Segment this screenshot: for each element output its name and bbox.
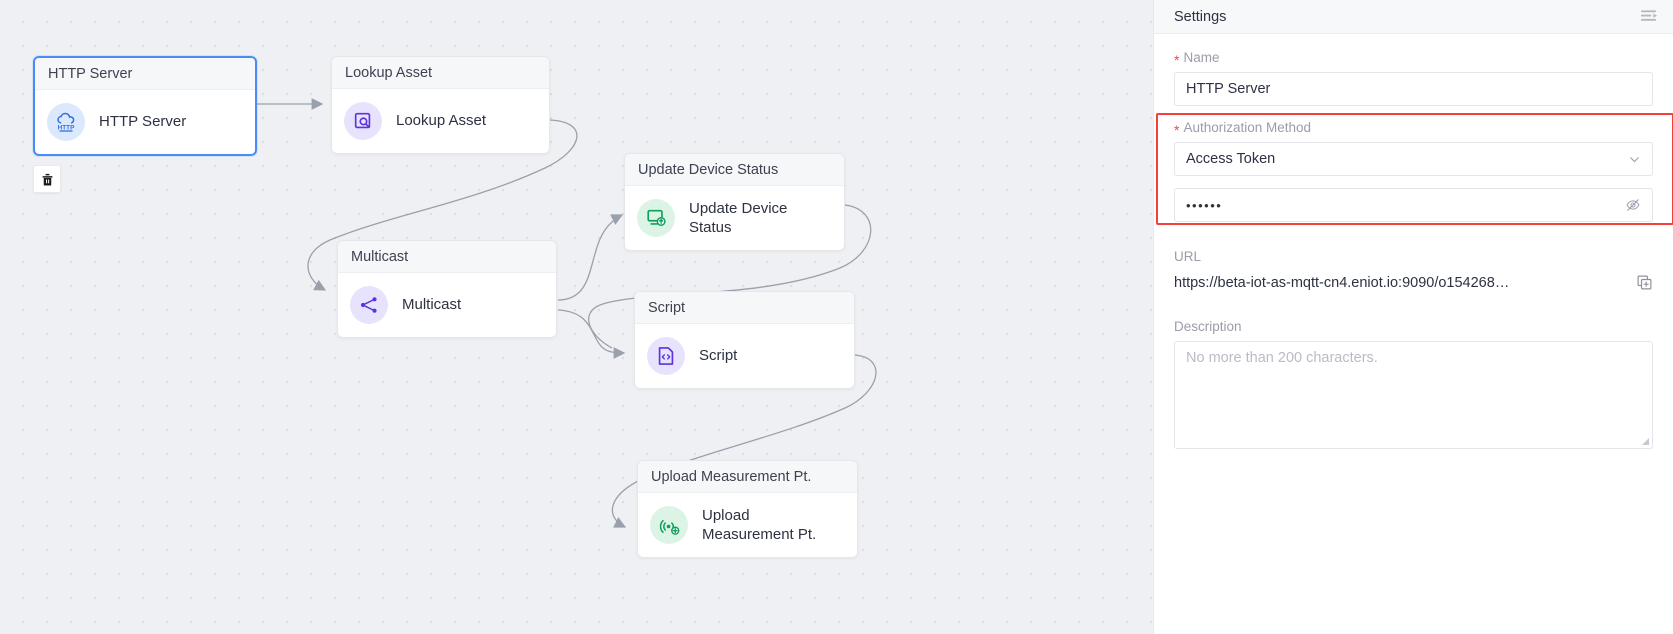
node-http-server[interactable]: HTTP Server HTTP HTTP Server — [33, 56, 257, 156]
settings-panel-header: Settings — [1154, 0, 1673, 34]
label-name: * Name — [1174, 50, 1653, 68]
label-authorization-text: Authorization Method — [1183, 120, 1312, 135]
workflow-editor: HTTP Server HTTP HTTP Server Lookup Asse… — [0, 0, 1673, 634]
description-placeholder: No more than 200 characters. — [1186, 350, 1378, 366]
settings-panel-body: * Name * Authorization Method Access Tok… — [1154, 34, 1673, 449]
label-url: URL — [1174, 249, 1202, 264]
label-description: Description — [1174, 319, 1242, 334]
url-row: https://beta-iot-as-mqtt-cn4.eniot.io:90… — [1174, 274, 1653, 291]
script-code-icon — [647, 337, 685, 375]
chevron-down-icon[interactable] — [1628, 153, 1641, 166]
node-header-http-server: HTTP Server — [35, 58, 255, 90]
node-update-device-status[interactable]: Update Device Status Update Device Statu… — [624, 153, 845, 251]
name-input[interactable] — [1186, 81, 1641, 97]
trash-icon — [42, 173, 52, 185]
delete-node-button[interactable] — [33, 165, 61, 193]
node-label-update-device-status: Update Device Status — [689, 199, 788, 236]
required-marker-name: * — [1174, 51, 1180, 68]
update-device-icon — [637, 199, 675, 237]
node-header-lookup-asset: Lookup Asset — [332, 57, 549, 89]
node-script[interactable]: Script Script — [634, 291, 855, 389]
panel-collapse-icon[interactable] — [1640, 9, 1659, 25]
edge-multicast-to-update — [557, 214, 624, 301]
name-input-wrapper[interactable] — [1174, 72, 1653, 106]
node-body-http-server: HTTP HTTP Server — [35, 90, 255, 154]
access-token-value: •••••• — [1186, 197, 1223, 213]
node-header-multicast: Multicast — [338, 241, 556, 273]
node-header-script: Script — [635, 292, 854, 324]
access-token-input-wrapper[interactable]: •••••• — [1174, 188, 1653, 222]
node-multicast[interactable]: Multicast Multicast — [337, 240, 557, 338]
node-body-script: Script — [635, 324, 854, 388]
url-value: https://beta-iot-as-mqtt-cn4.eniot.io:90… — [1174, 274, 1510, 291]
multicast-share-icon — [350, 286, 388, 324]
field-name: * Name — [1174, 50, 1653, 106]
node-body-lookup-asset: Lookup Asset — [332, 89, 549, 153]
lookup-asset-icon — [344, 102, 382, 140]
field-authorization: * Authorization Method Access Token ••••… — [1156, 113, 1673, 225]
flow-canvas[interactable]: HTTP Server HTTP HTTP Server Lookup Asse… — [0, 0, 1153, 634]
authorization-method-select[interactable]: Access Token — [1174, 142, 1653, 176]
eye-slash-icon[interactable] — [1625, 197, 1641, 213]
copy-icon[interactable] — [1636, 274, 1653, 291]
node-body-multicast: Multicast — [338, 273, 556, 337]
http-cloud-icon: HTTP — [47, 103, 85, 141]
node-label-upload-measurement: Upload Measurement Pt. — [702, 506, 817, 543]
settings-panel: Settings * Name HTTP Server * Authorizat… — [1153, 0, 1673, 634]
required-marker-authorization: * — [1174, 121, 1180, 138]
authorization-method-value: Access Token — [1186, 151, 1276, 167]
field-description: Description No more than 200 characters. — [1174, 319, 1653, 449]
field-url: URL https://beta-iot-as-mqtt-cn4.eniot.i… — [1174, 249, 1653, 291]
description-textarea[interactable]: No more than 200 characters. — [1174, 341, 1653, 449]
node-body-upload-measurement: Upload Measurement Pt. — [638, 493, 857, 557]
edge-multicast-to-script — [557, 309, 626, 359]
node-body-update-device-status: Update Device Status — [625, 186, 844, 250]
node-label-multicast: Multicast — [402, 296, 462, 314]
node-lookup-asset[interactable]: Lookup Asset Lookup Asset — [331, 56, 550, 154]
node-label-lookup-asset: Lookup Asset — [396, 112, 487, 130]
node-upload-measurement[interactable]: Upload Measurement Pt. Upload Measuremen… — [637, 460, 858, 558]
upload-signal-icon — [650, 506, 688, 544]
node-header-upload-measurement: Upload Measurement Pt. — [638, 461, 857, 493]
node-label-http-server: HTTP Server — [99, 113, 187, 131]
panel-title: Settings — [1174, 8, 1227, 25]
node-label-script: Script — [699, 347, 738, 365]
label-authorization: * Authorization Method — [1174, 120, 1653, 138]
node-header-update-device-status: Update Device Status — [625, 154, 844, 186]
label-name-text: Name — [1183, 50, 1220, 65]
